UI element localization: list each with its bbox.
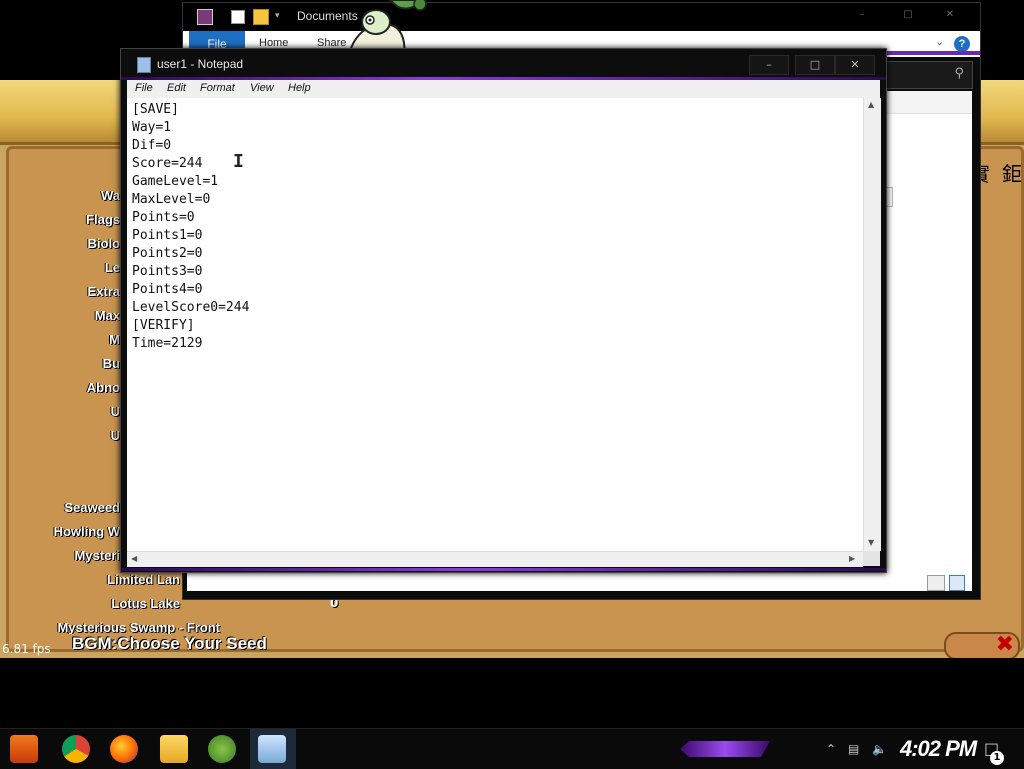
stat-label: Flags [86,212,120,227]
chevron-down-icon[interactable]: ⌄ [935,35,944,48]
start-icon[interactable] [10,735,38,763]
stat-label: Bu [102,356,120,371]
notepad-app-icon [137,57,151,73]
game-header-glyph-2: 鉅 [1002,162,1022,186]
network-icon[interactable]: ▤ [848,742,859,756]
help-icon[interactable]: ? [954,36,970,52]
horizontal-scrollbar[interactable]: ◀ ▶ [127,551,863,567]
stat-label: Wa [100,188,120,203]
menu-view[interactable]: View [250,82,274,94]
chevron-up-icon[interactable]: ⌃ [826,742,836,756]
minimize-button[interactable]: – [851,9,873,23]
volume-icon[interactable]: 🔈 [872,742,887,756]
stat-label: U [110,428,120,443]
stat-label: Howling W [53,524,120,539]
window-title: user1 - Notepad [157,57,244,71]
scroll-right-arrow-icon[interactable]: ▶ [849,554,855,563]
menu-format[interactable]: Format [200,82,235,94]
maximize-button[interactable]: □ [897,9,919,23]
stat-label: Le [104,260,120,275]
menu-bar: File Edit Format View Help [127,80,880,98]
large-icons-view-icon[interactable] [949,575,965,591]
explorer-titlebar: ▾ Documents – □ ✕ [183,3,980,31]
taskbar: ⌃ ▤ 🔈 4:02 PM □ 1 [0,728,1024,769]
close-button[interactable]: ✕ [835,55,875,75]
fps-counter: 6.81 fps [2,642,51,656]
firefox-icon[interactable] [110,735,138,763]
maximize-button[interactable]: □ [795,55,835,75]
stat-label: M [109,332,120,347]
stat-label: Biolo [87,236,121,251]
stat-label: Extra [87,284,120,299]
stat-label: Mysteri [74,548,120,563]
editor-content: [SAVE] Way=1 Dif=0 Score=244 GameLevel=1… [132,102,250,351]
stat-label: U [110,404,120,419]
stat-label: Abno [86,380,120,395]
menu-file[interactable]: File [135,82,153,94]
close-button[interactable]: ✕ [939,9,961,23]
stat-label: Seaweed [64,500,120,515]
game-close-button[interactable]: ✖ [944,632,1020,658]
file-explorer-icon[interactable] [160,735,188,763]
scroll-left-arrow-icon[interactable]: ◀ [131,554,137,563]
notepad-icon[interactable] [258,735,286,763]
properties-icon[interactable] [231,10,245,24]
scroll-up-arrow-icon[interactable]: ▲ [868,100,874,109]
level-label: Mysterious Swamp - Front [57,620,220,634]
new-folder-icon[interactable] [253,9,269,25]
notepad-window: user1 - Notepad – □ ✕ File Edit Format V… [120,48,887,573]
taskbar-decoration [680,741,770,757]
stat-label: Max [94,308,120,323]
vertical-scrollbar[interactable]: ▲ ▼ [863,98,881,551]
menu-help[interactable]: Help [288,82,311,94]
game-icon[interactable] [208,735,236,763]
notepad-titlebar: user1 - Notepad – □ ✕ [121,49,886,79]
chrome-icon[interactable] [62,735,90,763]
text-cursor-icon: I [233,151,244,172]
scroll-down-arrow-icon[interactable]: ▼ [868,538,874,547]
details-view-icon[interactable] [927,575,945,591]
menu-edit[interactable]: Edit [167,82,186,94]
clock[interactable]: 4:02 PM [900,736,977,762]
close-icon: ✖ [995,632,1014,657]
level-label: Lotus Lake [111,596,180,611]
resize-grip[interactable] [863,551,880,566]
level-label: Limited Lan [107,572,180,587]
search-icon[interactable]: ⚲ [954,66,964,81]
search-box[interactable]: ⚲ [883,61,973,89]
bgm-label: BGM:Choose Your Seed [72,634,267,653]
folder-app-icon [197,9,213,25]
minimize-button[interactable]: – [749,55,789,75]
notification-count-badge: 1 [990,751,1004,765]
chevron-down-icon[interactable]: ▾ [275,11,280,21]
accent-line [121,568,886,571]
